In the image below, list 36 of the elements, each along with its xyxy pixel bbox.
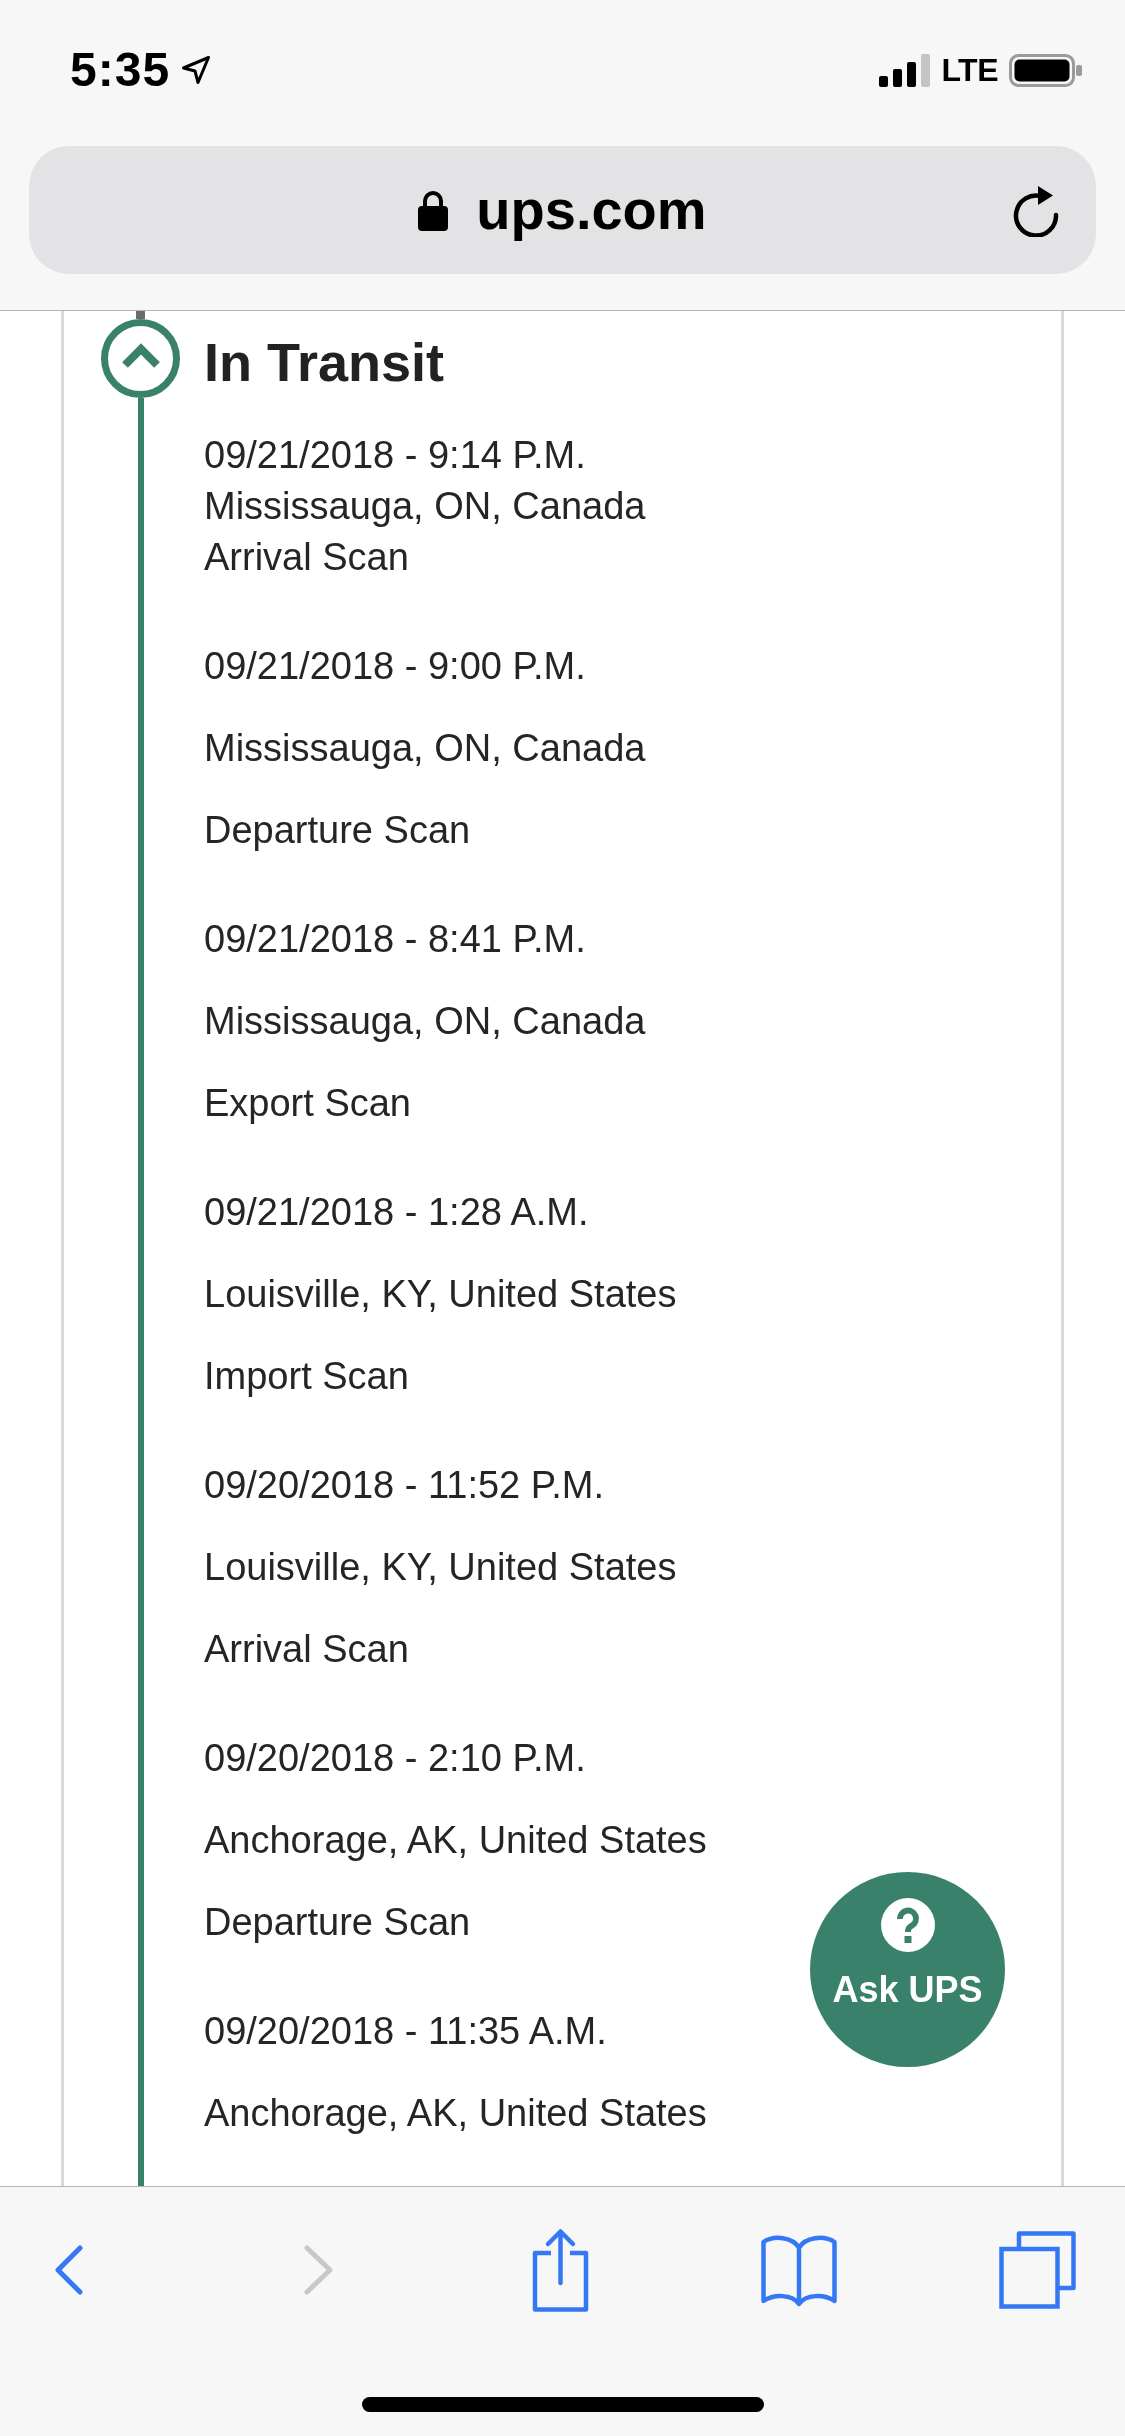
event-activity: Export Scan	[204, 1081, 411, 1126]
url-text: ups.com	[476, 177, 707, 243]
address-bar[interactable]: ups.com	[29, 146, 1096, 274]
event-activity: Departure Scan	[204, 1900, 471, 1945]
event-location: Mississauga, ON, Canada	[204, 484, 646, 529]
tabs-icon[interactable]	[999, 2231, 1076, 2309]
share-icon[interactable]	[531, 2228, 590, 2312]
status-heading: In Transit	[204, 331, 445, 394]
event-date: 09/20/2018 - 11:52 P.M.	[204, 1463, 604, 1508]
timeline-connector	[136, 311, 145, 319]
event-activity: Departure Scan	[204, 808, 471, 853]
event-date: 09/20/2018 - 2:10 P.M.	[204, 1736, 586, 1781]
event-location: Mississauga, ON, Canada	[204, 999, 646, 1044]
network-type: LTE	[941, 54, 998, 86]
event-location: Anchorage, AK, United States	[204, 2091, 707, 2136]
event-activity: Arrival Scan	[204, 535, 409, 580]
event-date: 09/21/2018 - 9:00 P.M.	[204, 644, 586, 689]
signal-icon	[879, 53, 931, 87]
event-activity: Arrival Scan	[204, 1627, 409, 1672]
event-activity: Import Scan	[204, 1354, 409, 1399]
location-arrow-icon	[181, 55, 212, 85]
status-time: 5:35	[70, 46, 171, 94]
event-location: Anchorage, AK, United States	[204, 1818, 707, 1863]
battery-icon	[1009, 53, 1082, 87]
event-date: 09/21/2018 - 1:28 A.M.	[204, 1190, 589, 1235]
lock-icon	[418, 189, 449, 231]
event-date: 09/21/2018 - 8:41 P.M.	[204, 917, 586, 962]
reload-icon[interactable]	[1011, 183, 1061, 237]
question-icon	[880, 1898, 935, 1952]
chevron-up-icon	[120, 342, 161, 369]
event-location: Louisville, KY, United States	[204, 1272, 677, 1317]
event-location: Mississauga, ON, Canada	[204, 726, 646, 771]
event-date: 09/20/2018 - 11:35 A.M.	[204, 2009, 607, 2054]
event-location: Louisville, KY, United States	[204, 1545, 677, 1590]
back-icon[interactable]	[54, 2244, 84, 2296]
event-date: 09/21/2018 - 9:14 P.M.	[204, 433, 586, 478]
